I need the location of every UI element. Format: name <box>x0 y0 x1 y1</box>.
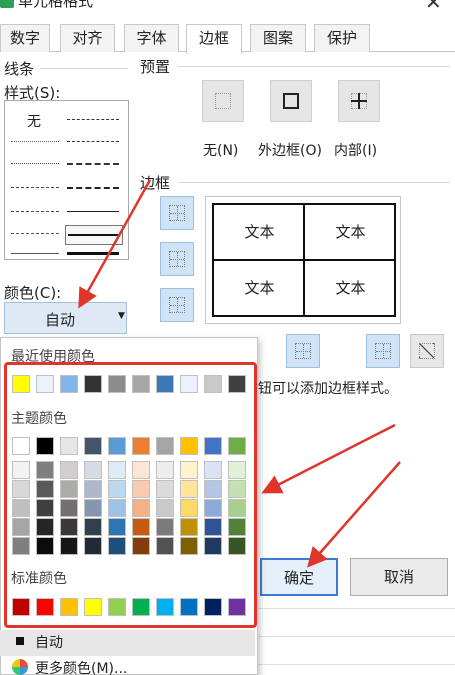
tab-bar: 数字 对齐 字体 边框 图案 保护 <box>0 22 455 54</box>
diagonal-icon <box>419 343 435 359</box>
more-colors-option[interactable]: 更多颜色(M)... <box>35 658 127 675</box>
line-style-dashdotdot[interactable] <box>67 141 119 142</box>
color-wheel-icon <box>12 659 28 675</box>
border-middle-icon <box>169 251 185 267</box>
line-style-dashdot-thin[interactable] <box>11 187 59 188</box>
line-style-thick[interactable] <box>67 252 119 255</box>
cancel-button[interactable]: 取消 <box>350 558 448 596</box>
color-label: 颜色(C): <box>4 284 62 302</box>
line-style-solid-left[interactable] <box>11 253 59 254</box>
preset-outline-label: 外边框(O) <box>258 143 322 159</box>
line-style-list[interactable]: 无 <box>4 100 129 260</box>
chevron-down-icon: ▼ <box>118 311 125 321</box>
line-style-dashed[interactable] <box>11 211 59 212</box>
color-dropdown[interactable]: 自动 ▼ <box>4 302 127 334</box>
hint-text: 钮可以添加边框样式。 <box>258 381 398 397</box>
border-top-icon <box>169 205 185 221</box>
preset-divider <box>178 66 450 67</box>
line-style-hair[interactable] <box>11 141 59 142</box>
app-icon <box>0 0 14 8</box>
line-style-dash-small[interactable] <box>11 233 59 234</box>
preset-inside-button[interactable] <box>338 80 380 122</box>
border-vertical-icon <box>295 343 311 359</box>
preset-none-label: 无(N) <box>203 143 239 159</box>
line-style-selected[interactable] <box>65 225 123 245</box>
tab-pattern[interactable]: 图案 <box>250 24 306 52</box>
border-none-icon <box>215 93 231 109</box>
border-middle-button[interactable] <box>160 242 194 276</box>
tab-protection[interactable]: 保护 <box>314 24 370 52</box>
line-style-dotted[interactable] <box>11 163 59 164</box>
line-style-thin[interactable] <box>67 211 119 212</box>
tab-alignment[interactable]: 对齐 <box>60 24 115 52</box>
line-section-label: 线条 <box>4 60 35 78</box>
auto-color-swatch <box>16 637 24 645</box>
tab-number[interactable]: 数字 <box>0 24 50 52</box>
border-bottom-icon <box>169 297 185 313</box>
preset-section-label: 预置 <box>140 58 171 76</box>
line-style-medium-solid <box>68 234 120 236</box>
annotation-frame <box>4 362 257 628</box>
window-title: 单元格格式 <box>18 0 94 10</box>
border-diagonal-button[interactable] <box>410 334 444 368</box>
border-center-button[interactable] <box>286 334 320 368</box>
tab-border[interactable]: 边框 <box>186 24 242 54</box>
border-right-button[interactable] <box>366 334 400 368</box>
line-style-none[interactable]: 无 <box>27 111 41 131</box>
auto-color-label: 自动 <box>35 635 63 651</box>
border-bottom-button[interactable] <box>160 288 194 322</box>
line-style-dashdot[interactable] <box>67 119 119 120</box>
preset-inside-label: 内部(I) <box>334 143 378 159</box>
ok-button[interactable]: 确定 <box>260 558 338 596</box>
close-icon[interactable]: ✕ <box>425 0 442 14</box>
preview-grid: 文本 文本 文本 文本 <box>212 203 396 317</box>
border-right-icon <box>375 343 391 359</box>
border-inside-icon <box>351 93 367 109</box>
border-top-button[interactable] <box>160 196 194 230</box>
color-dropdown-value: 自动 <box>45 311 76 329</box>
border-outline-icon <box>283 93 299 109</box>
preview-cell: 文本 <box>244 279 275 297</box>
border-preview[interactable]: 文本 文本 文本 文本 <box>205 196 401 324</box>
tab-font[interactable]: 字体 <box>124 24 179 52</box>
preset-none-button[interactable] <box>202 80 244 122</box>
border-divider <box>178 182 450 183</box>
preview-cell: 文本 <box>335 279 366 297</box>
preview-cell: 文本 <box>244 223 275 241</box>
sheet-background <box>255 598 455 675</box>
line-style-medium-dashed[interactable] <box>67 187 119 189</box>
title-bar: 单元格格式 ✕ <box>0 0 455 22</box>
preset-outline-button[interactable] <box>270 80 312 122</box>
preview-cell: 文本 <box>335 223 366 241</box>
border-section-label: 边框 <box>140 174 171 192</box>
line-divider <box>40 68 128 69</box>
line-style-medium-dashdot[interactable] <box>67 163 119 165</box>
